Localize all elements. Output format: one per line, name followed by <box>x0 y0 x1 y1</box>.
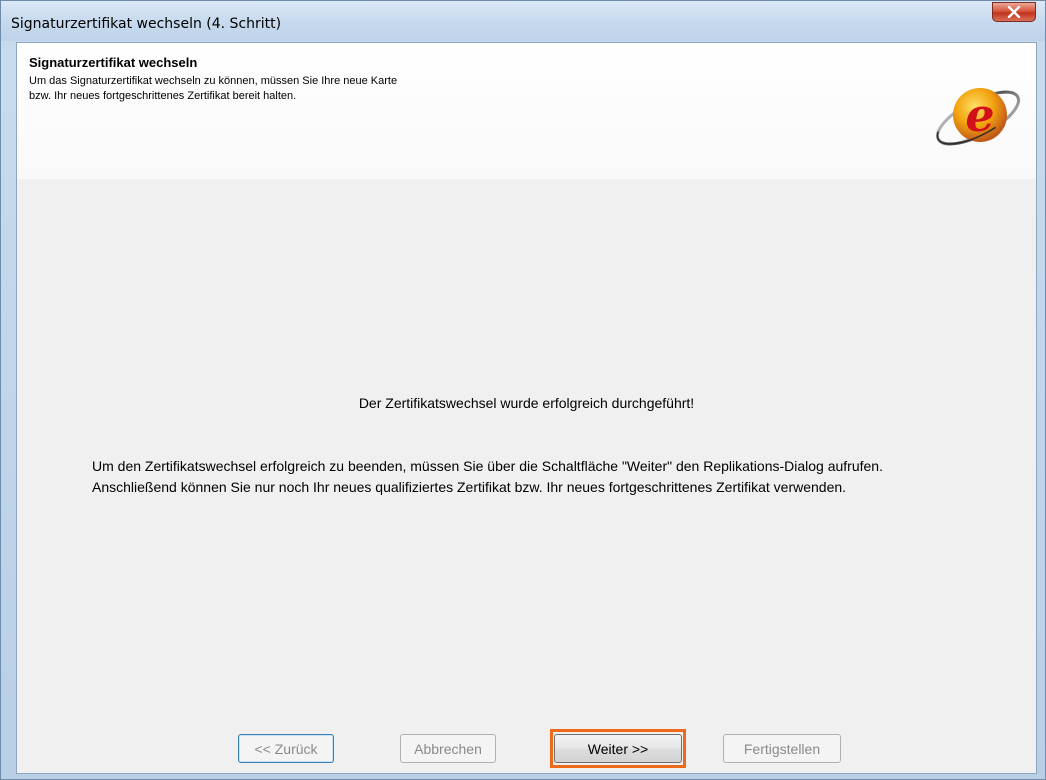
wizard-step-description: Um das Signaturzertifikat wechseln zu kö… <box>29 74 589 104</box>
next-button-highlight <box>550 729 686 768</box>
finish-button[interactable]: Fertigstellen <box>723 734 841 763</box>
close-icon <box>993 3 1035 21</box>
instruction-text: Um den Zertifikatswechsel erfolgreich zu… <box>92 456 992 498</box>
cancel-button[interactable]: Abbrechen <box>400 734 496 763</box>
close-button[interactable] <box>992 2 1036 22</box>
wizard-window: Signaturzertifikat wechseln (4. Schritt)… <box>0 0 1046 780</box>
window-title: Signaturzertifikat wechseln (4. Schritt) <box>11 16 282 32</box>
wizard-header: Signaturzertifikat wechseln Um das Signa… <box>17 43 1036 179</box>
description-line: bzw. Ihr neues fortgeschrittenes Zertifi… <box>29 90 297 102</box>
status-message: Der Zertifikatswechsel wurde erfolgreich… <box>358 395 695 411</box>
wizard-step-title: Signaturzertifikat wechseln <box>29 55 198 70</box>
dialog-client-area: Signaturzertifikat wechseln Um das Signa… <box>16 42 1037 774</box>
instruction-line: Um den Zertifikatswechsel erfolgreich zu… <box>92 458 883 474</box>
logo-letter: e <box>965 88 994 142</box>
title-bar: Signaturzertifikat wechseln (4. Schritt) <box>1 1 1045 41</box>
e-card-logo-icon: e <box>928 71 1026 161</box>
description-line: Um das Signaturzertifikat wechseln zu kö… <box>29 75 398 87</box>
instruction-line: Anschließend können Sie nur noch Ihr neu… <box>92 479 847 495</box>
back-button[interactable]: << Zurück <box>238 734 334 763</box>
